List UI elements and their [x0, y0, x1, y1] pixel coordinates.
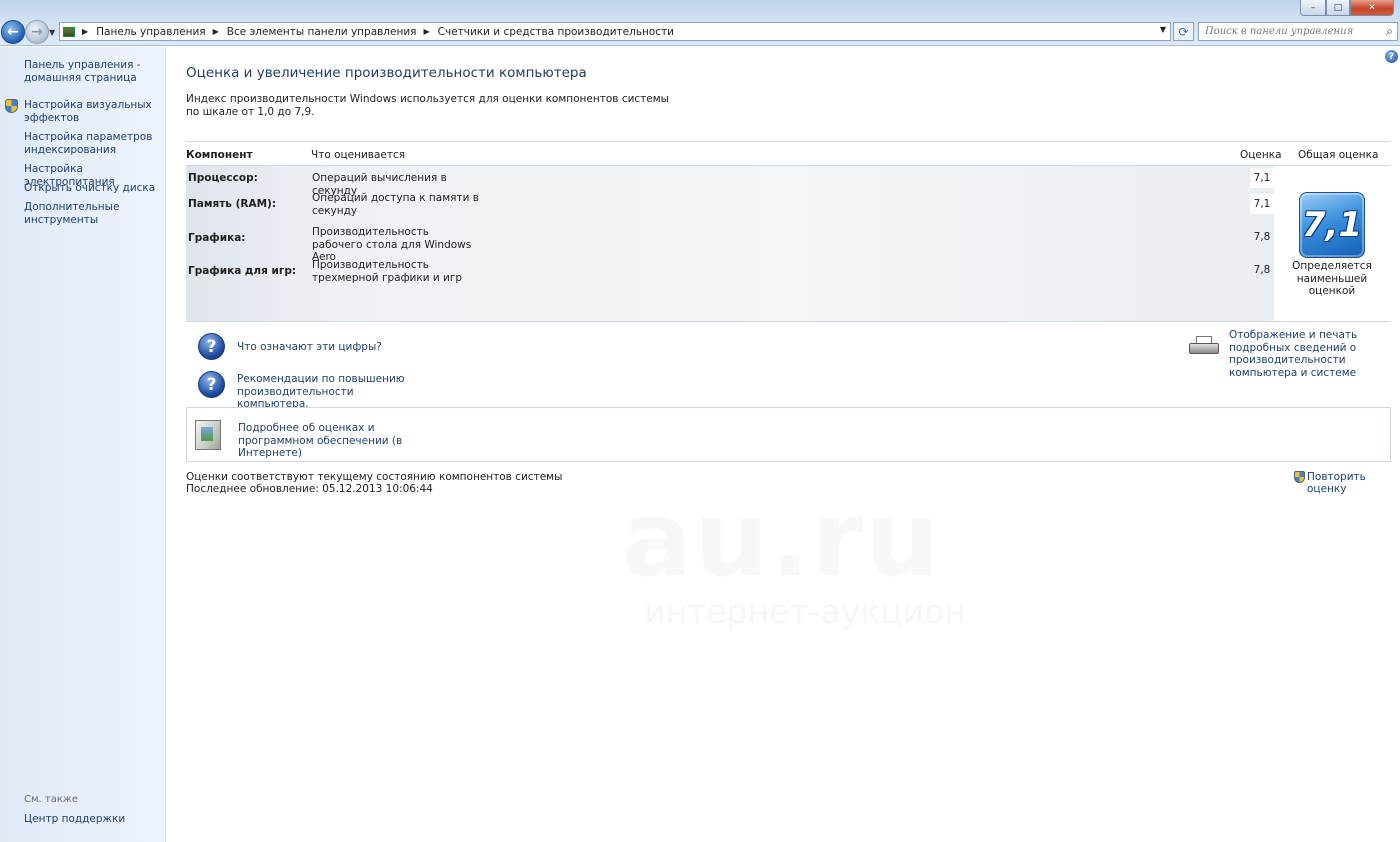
window-controls: – □ ✕: [1300, 0, 1394, 16]
row-score-ram: 7,1: [1250, 194, 1274, 214]
uac-shield-icon: [5, 99, 18, 113]
row-score-graphics: 7,8: [1253, 231, 1271, 243]
score-table: Процессор: Операций вычисления в секунду…: [186, 166, 1390, 322]
sidebar-item-action-center[interactable]: Центр поддержки: [24, 813, 125, 825]
help-icon[interactable]: ?: [1385, 50, 1398, 63]
column-component: Компонент: [186, 149, 253, 161]
watermark-logo: au.ru: [622, 478, 942, 600]
sidebar-item-home[interactable]: Панель управления - домашняя страница: [24, 59, 159, 84]
row-desc-ram: Операций доступа к памяти в секунду: [312, 192, 479, 217]
refresh-button[interactable]: ⟳: [1173, 22, 1194, 41]
row-component-graphics: Графика:: [188, 232, 246, 244]
status-text: Оценки соответствуют текущему состоянию …: [186, 471, 563, 483]
close-button[interactable]: ✕: [1350, 0, 1394, 16]
see-also-heading: См. также: [24, 794, 79, 805]
column-what: Что оценивается: [311, 149, 406, 161]
search-icon[interactable]: ⌕: [1386, 24, 1393, 39]
row-component-ram: Память (RAM):: [188, 198, 277, 210]
forward-button[interactable]: →: [25, 20, 49, 44]
address-bar[interactable]: ▶ Панель управления ▶ Все элементы панел…: [59, 22, 1171, 41]
last-update-text: Последнее обновление: 05.12.2013 10:06:4…: [186, 483, 433, 495]
column-base-score: Общая оценка: [1298, 149, 1379, 161]
control-panel-icon: [63, 26, 75, 37]
tips-link[interactable]: Рекомендации по повышению производительн…: [237, 373, 417, 411]
print-details-link[interactable]: Отображение и печать подробных сведений …: [1229, 329, 1395, 379]
page-title: Оценка и увеличение производительности к…: [186, 65, 587, 81]
chevron-right-icon[interactable]: ▶: [213, 27, 219, 36]
base-score-caption: Определяется наименьшей оценкой: [1292, 260, 1372, 297]
what-numbers-link[interactable]: Что означают эти цифры?: [237, 341, 382, 354]
row-component-gaming-graphics: Графика для игр:: [188, 265, 297, 277]
minimize-button[interactable]: –: [1300, 0, 1326, 16]
intro-text: Индекс производительности Windows исполь…: [186, 93, 669, 118]
breadcrumb-control-panel[interactable]: Панель управления: [96, 26, 205, 38]
column-score: Оценка: [1240, 149, 1282, 161]
sidebar-item-indexing[interactable]: Настройка параметров индексирования: [24, 131, 159, 156]
back-button[interactable]: ←: [1, 20, 25, 44]
task-pane: Панель управления - домашняя страница На…: [0, 47, 166, 842]
search-input[interactable]: [1205, 26, 1375, 37]
refresh-icon: ⟳: [1178, 24, 1189, 39]
sidebar-item-disk-cleanup[interactable]: Открыть очистку диска: [24, 182, 159, 195]
row-score-gaming-graphics: 7,8: [1253, 264, 1271, 276]
watermark-tagline: интернет-аукцион: [644, 592, 966, 631]
row-desc-graphics: Производительность рабочего стола для Wi…: [312, 226, 472, 263]
printer-icon: [1189, 336, 1219, 358]
software-box-icon: [195, 420, 221, 450]
question-icon: ?: [198, 371, 225, 398]
row-component-cpu: Процессор:: [188, 172, 258, 184]
uac-shield-icon: [1294, 471, 1305, 483]
sidebar-item-advanced-tools[interactable]: Дополнительные инструменты: [24, 201, 159, 226]
breadcrumb-performance[interactable]: Счетчики и средства производительности: [438, 26, 674, 38]
rerun-assessment-link[interactable]: Повторить оценку: [1307, 471, 1400, 495]
row-score-cpu: 7,1: [1250, 168, 1274, 188]
title-bar: – □ ✕ ← → ▼ ▶ Панель управления ▶ Все эл…: [0, 0, 1400, 46]
chevron-right-icon[interactable]: ▶: [82, 27, 88, 36]
question-icon: ?: [198, 333, 225, 360]
breadcrumb-all-items[interactable]: Все элементы панели управления: [227, 26, 417, 38]
address-dropdown-icon[interactable]: ▼: [1160, 25, 1166, 34]
row-desc-gaming-graphics: Производительность трехмерной графики и …: [312, 259, 463, 284]
learn-more-link[interactable]: Подробнее об оценках и программном обесп…: [238, 422, 438, 460]
base-score-badge: 7,1: [1299, 192, 1365, 258]
search-box[interactable]: ⌕: [1198, 22, 1398, 41]
table-header: Компонент Что оценивается Оценка Общая о…: [186, 141, 1390, 166]
base-score-value: 7,1: [1301, 205, 1363, 245]
chevron-right-icon[interactable]: ▶: [424, 27, 430, 36]
learn-more-box: Подробнее об оценках и программном обесп…: [186, 407, 1391, 462]
maximize-button[interactable]: □: [1326, 0, 1350, 16]
history-dropdown-icon[interactable]: ▼: [49, 28, 55, 37]
sidebar-item-visual-effects[interactable]: Настройка визуальных эффектов: [24, 99, 159, 124]
